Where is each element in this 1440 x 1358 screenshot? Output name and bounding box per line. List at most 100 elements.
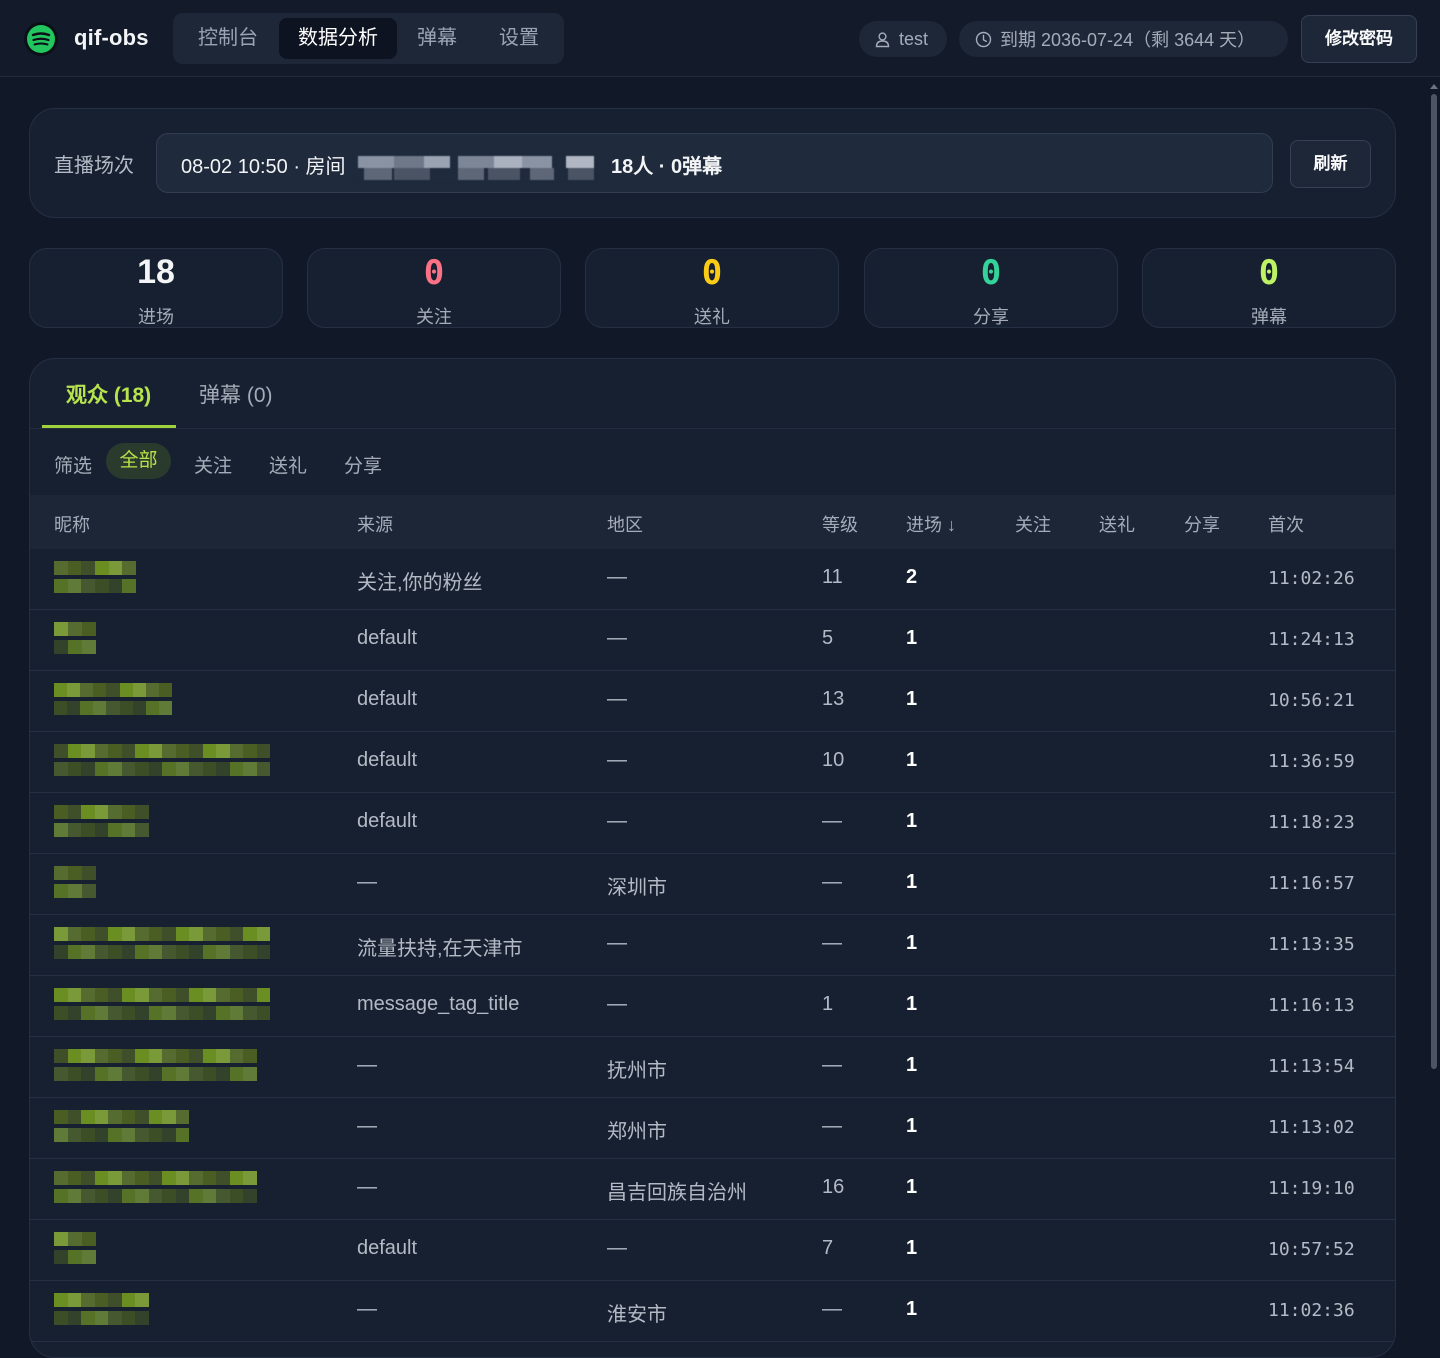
cell-level: 16	[822, 1176, 845, 1198]
col-first-seen[interactable]: 首次	[1268, 511, 1304, 537]
nav-analytics[interactable]: 数据分析	[279, 18, 397, 59]
redacted-nickname	[54, 1110, 189, 1142]
cell-visits: 1	[906, 810, 918, 832]
cell-first-seen: 11:19:10	[1268, 1178, 1355, 1199]
cell-level: 10	[822, 749, 845, 771]
table-row[interactable]: default — — 1 11:18:23	[30, 793, 1395, 854]
redacted-nickname	[54, 988, 270, 1020]
table-row[interactable]: — 郑州市 — 1 11:13:02	[30, 1098, 1395, 1159]
cell-source: default	[357, 627, 418, 649]
cell-level: 7	[822, 1237, 834, 1259]
cell-first-seen: 11:16:13	[1268, 995, 1355, 1016]
table-row[interactable]: — 昌吉回族自治州 16 1 11:19:10	[30, 1159, 1395, 1220]
cell-source: default	[357, 688, 418, 710]
cell-source: —	[357, 1298, 377, 1320]
cell-first-seen: 10:56:21	[1268, 690, 1355, 711]
cell-visits: 1	[906, 932, 918, 954]
cell-first-seen: 10:57:52	[1268, 1239, 1355, 1260]
cell-level: 5	[822, 627, 834, 649]
table-row[interactable]: — 深圳市 — 1 11:16:57	[30, 854, 1395, 915]
col-gift[interactable]: 送礼	[1099, 511, 1135, 537]
stat-label: 关注	[416, 307, 452, 327]
change-password-button[interactable]: 修改密码	[1301, 15, 1417, 63]
cell-region: 淮安市	[607, 1304, 667, 1326]
col-source[interactable]: 来源	[357, 511, 393, 537]
page-scrollbar[interactable]	[1428, 78, 1440, 1343]
redacted-nickname	[54, 1293, 149, 1325]
stat-value: 0	[423, 253, 445, 293]
tab-danmaku[interactable]: 弹幕 (0)	[199, 379, 273, 409]
col-share[interactable]: 分享	[1184, 511, 1220, 537]
session-label: 直播场次	[54, 155, 134, 177]
table-row[interactable]: 流量扶持,在天津市 — — 1 11:13:35	[30, 915, 1395, 976]
cell-region: —	[607, 932, 627, 954]
active-tab-indicator	[42, 425, 176, 428]
filter-gift[interactable]: 送礼	[269, 451, 307, 478]
cell-visits: 1	[906, 688, 918, 710]
cell-first-seen: 11:13:02	[1268, 1117, 1355, 1138]
col-visits-sort-desc[interactable]: 进场 ↓	[906, 511, 956, 537]
stat-label: 进场	[138, 307, 174, 327]
redacted-nickname	[54, 561, 136, 593]
cell-source: —	[357, 1115, 377, 1137]
nav-settings[interactable]: 设置	[479, 18, 559, 59]
session-value-start: 08-02 10:50 · 房间	[181, 156, 346, 178]
table-row[interactable]: default — 5 1 11:24:13	[30, 610, 1395, 671]
table-row[interactable]: default — 13 1 10:56:21	[30, 671, 1395, 732]
table-row[interactable]: — 抚州市 — 1 11:13:54	[30, 1037, 1395, 1098]
stat-card-danmaku: 0 弹幕	[1142, 248, 1396, 328]
cell-first-seen: 11:13:54	[1268, 1056, 1355, 1077]
table-row[interactable]: 关注,你的粉丝 — 11 2 11:02:26	[30, 549, 1395, 610]
filter-all[interactable]: 全部	[106, 443, 171, 479]
cell-level: —	[822, 871, 842, 893]
cell-region: 抚州市	[607, 1060, 667, 1082]
clock-icon	[975, 31, 992, 47]
redacted-room-name	[354, 154, 596, 182]
session-value-end: 18人 · 0弹幕	[611, 156, 723, 178]
redacted-nickname	[54, 1232, 96, 1264]
filter-share[interactable]: 分享	[344, 451, 382, 478]
col-follow[interactable]: 关注	[1015, 511, 1051, 537]
stat-card-gifts: 0 送礼	[585, 248, 839, 328]
filter-follow[interactable]: 关注	[194, 451, 232, 478]
cell-visits: 1	[906, 871, 918, 893]
cell-region: 昌吉回族自治州	[607, 1182, 747, 1204]
user-icon	[875, 31, 890, 47]
scroll-thumb[interactable]	[1431, 94, 1437, 1069]
refresh-button[interactable]: 刷新	[1290, 140, 1371, 188]
cell-level: 11	[822, 566, 843, 588]
session-select[interactable]: 08-02 10:50 · 房间 18人 · 0弹幕	[156, 133, 1273, 193]
cell-visits: 1	[906, 1054, 918, 1076]
cell-visits: 1	[906, 1176, 918, 1198]
col-level[interactable]: 等级	[822, 511, 858, 537]
cell-visits: 1	[906, 749, 918, 771]
app-title: qif-obs	[74, 25, 149, 50]
table-row[interactable]: message_tag_title — 1 1 11:16:13	[30, 976, 1395, 1037]
nav-danmaku[interactable]: 弹幕	[399, 18, 475, 59]
user-badge[interactable]: test	[859, 21, 947, 57]
col-region[interactable]: 地区	[607, 511, 643, 537]
cell-first-seen: 11:02:36	[1268, 1300, 1355, 1321]
main-nav: 控制台 数据分析 弹幕 设置	[173, 13, 564, 64]
tab-audience[interactable]: 观众 (18)	[66, 379, 151, 409]
nav-dashboard[interactable]: 控制台	[179, 18, 277, 59]
top-bar: qif-obs 控制台 数据分析 弹幕 设置 test 到期 2036-07-2…	[0, 0, 1440, 77]
table-row[interactable]: default — 10 1 11:36:59	[30, 732, 1395, 793]
filter-label: 筛选	[54, 456, 93, 477]
stat-value: 0	[980, 253, 1002, 293]
table-row[interactable]: — 淮安市 — 1 11:02:36	[30, 1281, 1395, 1342]
table-row[interactable]: default — 7 1 10:57:52	[30, 1220, 1395, 1281]
stat-value: 0	[701, 253, 723, 293]
cell-first-seen: 11:24:13	[1268, 629, 1355, 650]
stat-label: 弹幕	[1251, 307, 1287, 327]
cell-level: —	[822, 1115, 842, 1137]
cell-source: 关注,你的粉丝	[357, 572, 483, 594]
col-nickname[interactable]: 昵称	[54, 511, 90, 537]
redacted-nickname	[54, 927, 270, 959]
cell-source: default	[357, 810, 418, 832]
expiry-text: 到期 2036-07-24（剩 3644 天）	[1000, 30, 1256, 50]
cell-visits: 1	[906, 1115, 918, 1137]
scroll-up-arrow-icon[interactable]	[1430, 84, 1438, 89]
cell-level: —	[822, 810, 842, 832]
cell-visits: 1	[906, 993, 918, 1015]
